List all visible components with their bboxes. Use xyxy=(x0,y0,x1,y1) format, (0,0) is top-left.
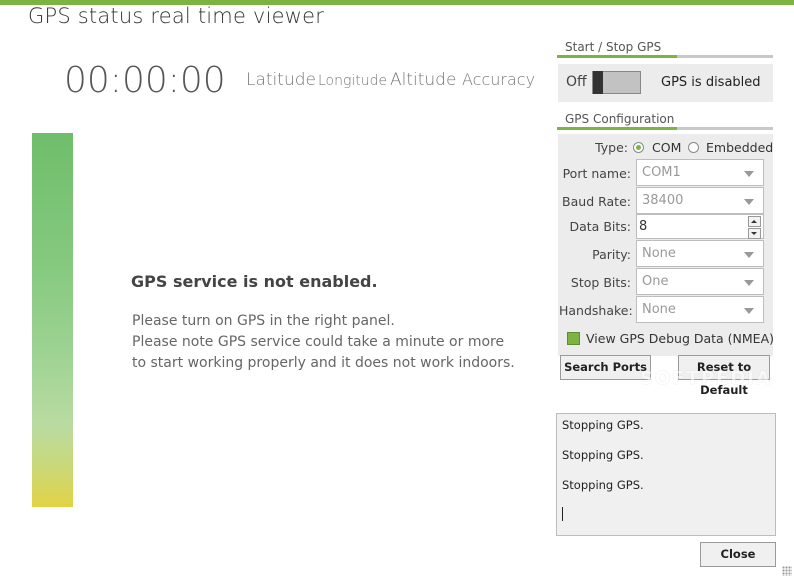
baud-rate-label: Baud Rate: xyxy=(562,194,631,209)
baud-rate-select[interactable]: 38400 xyxy=(636,187,764,214)
close-button[interactable]: Close xyxy=(700,542,776,567)
chevron-down-icon xyxy=(744,308,754,314)
stop-bits-select[interactable]: One xyxy=(636,268,764,295)
gps-toggle-switch[interactable] xyxy=(592,71,641,94)
latitude-header: Latitude xyxy=(246,70,316,90)
toggle-off-label: Off xyxy=(566,74,587,90)
debug-log-textarea[interactable]: Stopping GPS. Stopping GPS. Stopping GPS… xyxy=(556,413,776,536)
handshake-select[interactable]: None xyxy=(636,296,764,323)
elapsed-timer: 00:00:00 xyxy=(64,60,226,101)
parity-label: Parity: xyxy=(592,247,631,262)
port-name-value: COM1 xyxy=(642,165,681,180)
text-caret xyxy=(562,507,563,521)
status-message-title: GPS service is not enabled. xyxy=(131,272,378,291)
port-name-label: Port name: xyxy=(562,166,631,181)
section-divider xyxy=(557,127,773,130)
baud-rate-value: 38400 xyxy=(642,193,684,208)
signal-strength-bar xyxy=(32,133,73,507)
gps-config-header: GPS Configuration xyxy=(557,111,773,130)
type-embedded-label: Embedded xyxy=(706,140,774,155)
softpedia-watermark: SOFTPEDIA xyxy=(640,368,772,389)
chevron-down-icon xyxy=(744,280,754,286)
parity-value: None xyxy=(642,246,676,261)
data-bits-label: Data Bits: xyxy=(569,219,632,234)
spin-down-icon[interactable] xyxy=(748,228,761,239)
status-message-line: Please note GPS service could take a min… xyxy=(132,334,505,350)
status-message-line: Please turn on GPS in the right panel. xyxy=(132,313,395,329)
type-com-radio[interactable] xyxy=(633,142,644,153)
start-stop-header-label: Start / Stop GPS xyxy=(565,40,662,54)
chevron-down-icon xyxy=(744,171,754,177)
data-bits-stepper[interactable]: 8 xyxy=(636,214,764,239)
section-divider xyxy=(557,55,773,58)
data-bits-value: 8 xyxy=(639,219,648,234)
log-line: Stopping GPS. xyxy=(562,478,644,492)
chevron-down-icon xyxy=(744,252,754,258)
stop-bits-label: Stop Bits: xyxy=(570,275,631,290)
type-label: Type: xyxy=(595,140,628,155)
debug-nmea-checkbox[interactable] xyxy=(567,332,580,345)
log-line: Stopping GPS. xyxy=(562,418,644,432)
chevron-down-icon xyxy=(744,199,754,205)
type-embedded-radio[interactable] xyxy=(688,142,699,153)
gps-status-text: GPS is disabled xyxy=(661,75,761,90)
accuracy-header: Accuracy xyxy=(462,70,536,89)
handshake-value: None xyxy=(642,302,676,317)
stop-bits-value: One xyxy=(642,274,669,289)
app-title: GPS status real time viewer xyxy=(28,4,325,28)
port-name-select[interactable]: COM1 xyxy=(636,159,764,186)
toggle-knob xyxy=(593,71,603,94)
debug-nmea-label: View GPS Debug Data (NMEA) xyxy=(586,331,775,346)
longitude-header: Longitude xyxy=(318,73,388,89)
start-stop-header: Start / Stop GPS xyxy=(557,39,773,58)
search-ports-button[interactable]: Search Ports xyxy=(560,355,651,380)
type-com-label: COM xyxy=(652,140,682,155)
start-stop-panel: Off GPS is disabled xyxy=(558,64,773,102)
altitude-header: Altitude xyxy=(390,70,457,90)
parity-select[interactable]: None xyxy=(636,240,764,267)
status-message-line: to start working properly and it does no… xyxy=(132,355,515,371)
resize-grip-icon[interactable] xyxy=(782,566,792,576)
log-line: Stopping GPS. xyxy=(562,448,644,462)
spin-up-icon[interactable] xyxy=(748,216,761,227)
gps-config-header-label: GPS Configuration xyxy=(565,112,675,126)
handshake-label: Handshake: xyxy=(559,303,633,318)
